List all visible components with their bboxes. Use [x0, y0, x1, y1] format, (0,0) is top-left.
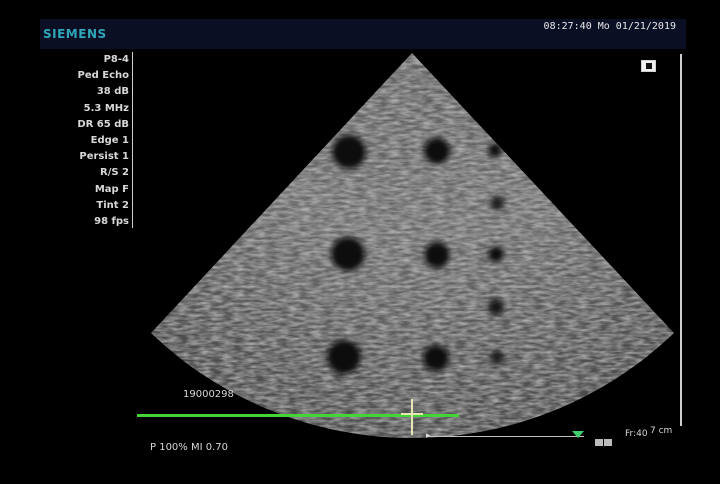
param-persist: Persist 1 [79, 151, 129, 163]
bottom-guide-line [428, 436, 584, 437]
header-bar: SIEMENS 08:27:40 Mo 01/21/2019 [40, 19, 686, 49]
brand-logo: SIEMENS [43, 27, 107, 41]
imaging-parameters: P8-4 Ped Echo 38 dB 5.3 MHz DR 65 dB Edg… [48, 52, 133, 228]
depth-label: 7 cm [650, 426, 673, 436]
bars-icon [595, 431, 613, 446]
param-dynamic-range: DR 65 dB [77, 118, 129, 130]
param-frame-rate: 98 fps [94, 215, 129, 227]
cursor-horizontal [401, 413, 423, 415]
param-edge: Edge 1 [90, 134, 129, 146]
param-frequency: 5.3 MHz [83, 102, 129, 114]
power-mi-readout: P 100% MI 0.70 [150, 442, 228, 453]
param-tint: Tint 2 [96, 199, 129, 211]
frame-label: Fr:40 [625, 429, 648, 439]
param-transducer: P8-4 [103, 54, 129, 65]
image-id-label: 19000298 [183, 389, 234, 400]
param-rs: R/S 2 [100, 167, 129, 179]
date-time: 08:27:40 Mo 01/21/2019 [543, 21, 676, 32]
orientation-marker-icon [641, 60, 656, 72]
focus-marker-icon[interactable] [572, 431, 584, 438]
cursor-vertical[interactable] [411, 399, 413, 435]
param-preset: Ped Echo [77, 70, 130, 82]
param-gain: 38 dB [96, 86, 129, 98]
depth-scale [680, 54, 682, 426]
param-map: Map F [94, 183, 129, 195]
sector-speckle [151, 53, 674, 439]
